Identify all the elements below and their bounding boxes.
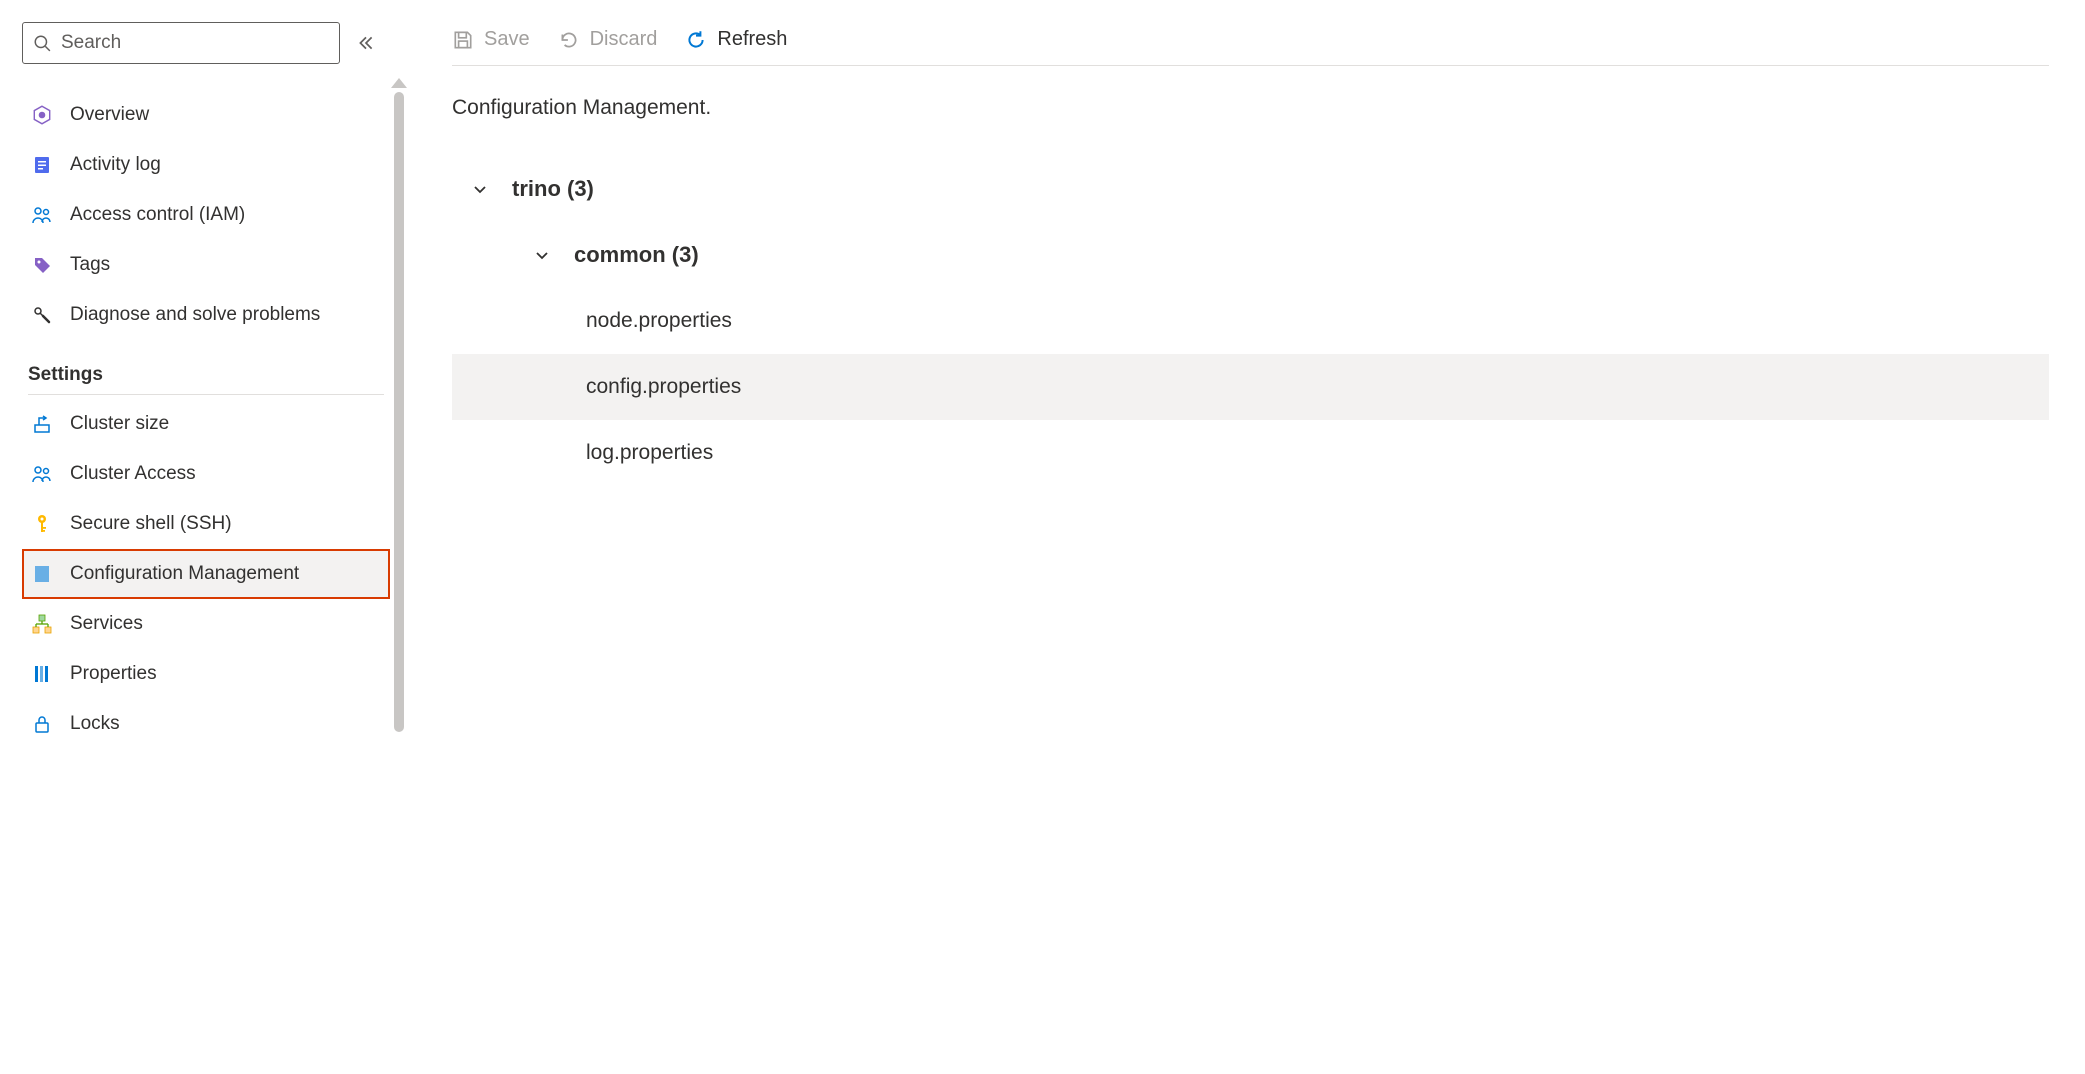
save-icon <box>452 29 474 51</box>
settings-section-title: Settings <box>22 364 390 386</box>
sidebar-item-configuration-management[interactable]: Configuration Management <box>22 549 390 599</box>
sidebar-item-label: Cluster size <box>70 413 169 435</box>
access-control-icon <box>30 205 54 225</box>
activity-log-icon <box>30 155 54 175</box>
page-subtitle: Configuration Management. <box>452 96 2049 120</box>
discard-button[interactable]: Discard <box>558 28 658 51</box>
save-button[interactable]: Save <box>452 28 530 51</box>
divider <box>28 394 384 395</box>
tree-node-common[interactable]: common (3) <box>452 222 2049 288</box>
tree-leaf-node-properties[interactable]: node.properties <box>452 288 2049 354</box>
sidebar-item-label: Diagnose and solve problems <box>70 304 320 326</box>
search-row <box>22 22 390 64</box>
toolbar-label: Refresh <box>717 28 787 51</box>
tree-node-trino[interactable]: trino (3) <box>452 156 2049 222</box>
sidebar-item-label: Cluster Access <box>70 463 196 485</box>
key-icon <box>30 514 54 534</box>
sidebar-item-properties[interactable]: Properties <box>22 649 390 699</box>
sidebar-item-label: Tags <box>70 254 110 276</box>
sidebar-item-label: Services <box>70 613 143 635</box>
search-input[interactable] <box>59 31 329 55</box>
overview-icon <box>30 104 54 126</box>
tree-leaf-label: config.properties <box>586 375 741 399</box>
toolbar-label: Discard <box>590 28 658 51</box>
sidebar-item-secure-shell[interactable]: Secure shell (SSH) <box>22 499 390 549</box>
sidebar-item-tags[interactable]: Tags <box>22 240 390 290</box>
sidebar-item-label: Activity log <box>70 154 161 176</box>
sidebar-item-access-control[interactable]: Access control (IAM) <box>22 190 390 240</box>
sidebar-item-label: Configuration Management <box>70 563 299 585</box>
tree-leaf-label: node.properties <box>586 309 732 333</box>
sidebar-item-diagnose[interactable]: Diagnose and solve problems <box>22 290 390 340</box>
main-content: Save Discard Refresh Configuration Manag… <box>408 0 2085 1074</box>
sidebar-item-label: Secure shell (SSH) <box>70 513 232 535</box>
cluster-size-icon <box>30 414 54 434</box>
config-tree: trino (3) common (3) node.properties con… <box>452 156 2049 486</box>
tags-icon <box>30 255 54 275</box>
sidebar-item-services[interactable]: Services <box>22 599 390 649</box>
sidebar-item-activity-log[interactable]: Activity log <box>22 140 390 190</box>
refresh-icon <box>685 29 707 51</box>
lock-icon <box>30 714 54 734</box>
sidebar-item-cluster-size[interactable]: Cluster size <box>22 399 390 449</box>
chevron-down-icon <box>530 247 554 263</box>
sidebar-item-label: Access control (IAM) <box>70 204 245 226</box>
cluster-access-icon <box>30 464 54 484</box>
toolbar: Save Discard Refresh <box>452 28 2049 66</box>
search-icon <box>33 34 51 52</box>
tree-node-label: common (3) <box>574 242 699 268</box>
discard-icon <box>558 29 580 51</box>
search-box[interactable] <box>22 22 340 64</box>
sidebar-item-label: Overview <box>70 104 149 126</box>
sidebar-item-label: Locks <box>70 713 120 735</box>
nav-top: Overview Activity log <box>22 90 390 749</box>
tree-leaf-label: log.properties <box>586 441 713 465</box>
diagnose-icon <box>30 305 54 325</box>
scroll-up-icon <box>391 78 407 88</box>
collapse-sidebar-button[interactable] <box>354 34 378 52</box>
services-icon <box>30 614 54 634</box>
scroll-thumb[interactable] <box>394 92 404 732</box>
sidebar-item-locks[interactable]: Locks <box>22 699 390 749</box>
sidebar-item-overview[interactable]: Overview <box>22 90 390 140</box>
sidebar-scrollbar[interactable] <box>390 0 408 1074</box>
properties-icon <box>30 664 54 684</box>
sidebar-item-label: Properties <box>70 663 157 685</box>
tree-leaf-config-properties[interactable]: config.properties <box>452 354 2049 420</box>
chevron-down-icon <box>468 181 492 197</box>
refresh-button[interactable]: Refresh <box>685 28 787 51</box>
sidebar-item-cluster-access[interactable]: Cluster Access <box>22 449 390 499</box>
sidebar: Overview Activity log <box>0 0 390 1074</box>
configuration-icon <box>30 564 54 584</box>
toolbar-label: Save <box>484 28 530 51</box>
tree-node-label: trino (3) <box>512 176 594 202</box>
tree-leaf-log-properties[interactable]: log.properties <box>452 420 2049 486</box>
